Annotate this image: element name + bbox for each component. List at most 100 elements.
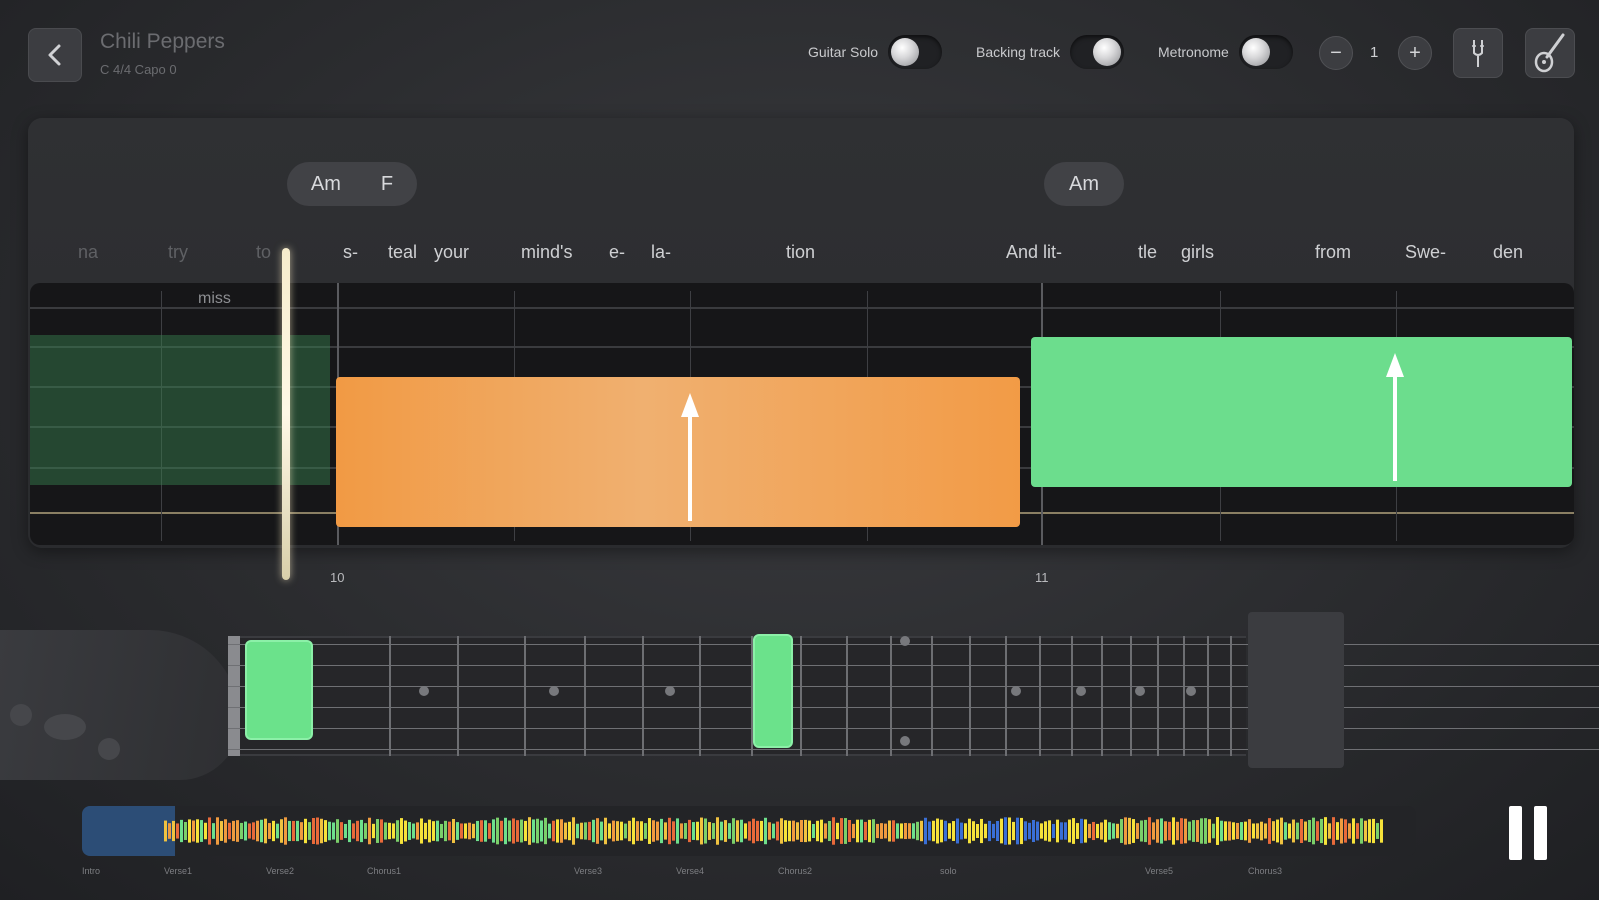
timeline-bar (816, 820, 819, 842)
timeline-bar (780, 818, 783, 844)
timeline-bar (848, 820, 851, 842)
timeline-bar (1380, 819, 1383, 843)
section-label[interactable]: Intro (82, 866, 100, 876)
lyric-word: e- (609, 242, 626, 262)
timeline-bar (168, 823, 171, 839)
timeline-bar (608, 823, 611, 839)
timeline-bar (504, 817, 507, 845)
fret (584, 636, 586, 756)
pause-icon (1534, 806, 1547, 860)
backing-track-toggle[interactable] (1070, 35, 1125, 69)
lyric-word: Swe- (1405, 242, 1447, 262)
section-label[interactable]: Verse3 (574, 866, 602, 876)
tuning-button[interactable] (1453, 28, 1503, 78)
timeline-bar (232, 820, 235, 842)
timeline-bar (304, 818, 307, 844)
pause-button[interactable] (1503, 806, 1553, 860)
timeline-bar (224, 819, 227, 843)
timeline-bar (1056, 819, 1059, 843)
timeline-bar (752, 818, 755, 844)
timeline-bar (428, 819, 431, 843)
timeline-bar (1024, 821, 1027, 841)
timeline-bar (892, 820, 895, 842)
timeline-bar (1212, 823, 1215, 839)
timeline-bar (1324, 817, 1327, 845)
playhead[interactable] (282, 248, 290, 580)
timeline-bar (184, 822, 187, 840)
timeline-bar (272, 820, 275, 842)
lyric-word: your (434, 242, 470, 262)
timeline-bar (1228, 821, 1231, 841)
song-timeline[interactable] (82, 806, 1416, 856)
timeline-bar (584, 822, 587, 840)
timeline-waveform (164, 817, 1383, 845)
fret-inlay (900, 736, 910, 746)
timeline-bar (468, 822, 471, 840)
timeline-bar (704, 818, 707, 844)
top-bar: Chili Peppers C 4/4 Capo 0 Guitar Solo B… (0, 0, 1599, 110)
timeline-bar (252, 822, 255, 840)
timeline-bar (1156, 819, 1159, 843)
timeline-bar (736, 820, 739, 842)
fret (524, 636, 526, 756)
timeline-bar (1116, 823, 1119, 839)
timeline-bar (1252, 823, 1255, 839)
timeline-bar (936, 818, 939, 844)
timeline-bar (684, 823, 687, 839)
timeline-bar (672, 821, 675, 841)
tuning-fork-icon (1472, 40, 1484, 67)
timeline-bar (308, 822, 311, 840)
speed-increase-button[interactable]: + (1398, 36, 1432, 70)
fret (800, 636, 802, 756)
timeline-bar (1176, 821, 1179, 841)
timeline-bar (220, 821, 223, 841)
section-label[interactable]: Verse5 (1145, 866, 1173, 876)
timeline-bar (864, 821, 867, 841)
timeline-bar (300, 822, 303, 840)
timeline-bar (404, 820, 407, 842)
section-label[interactable]: solo (940, 866, 957, 876)
speed-decrease-button[interactable]: − (1319, 36, 1353, 70)
back-button[interactable] (28, 28, 82, 82)
instrument-button[interactable] (1525, 28, 1575, 78)
timeline-bar (656, 821, 659, 841)
timeline-bar (376, 819, 379, 843)
timeline-bar (964, 823, 967, 839)
timeline-bar (1240, 822, 1243, 840)
section-label[interactable]: Chorus3 (1248, 866, 1282, 876)
timeline-bar (1248, 819, 1251, 843)
fret (1005, 636, 1007, 756)
fret-inlay (419, 686, 429, 696)
timeline-bar (352, 823, 355, 839)
timeline-bar (1120, 819, 1123, 843)
fret (1207, 636, 1209, 756)
timeline-bar (1224, 821, 1227, 841)
timeline-bar (728, 823, 731, 839)
lyric-word: lit- (1043, 242, 1062, 262)
timeline-bar (1032, 819, 1035, 843)
guitar-solo-toggle[interactable] (888, 35, 943, 69)
fret (1039, 636, 1041, 756)
guitar-solo-toggle-group: Guitar Solo (808, 35, 943, 69)
timeline-bar (288, 820, 291, 842)
timeline-bar (720, 821, 723, 841)
section-label[interactable]: Chorus2 (778, 866, 812, 876)
timeline-bar (1152, 822, 1155, 840)
timeline-bar (648, 818, 651, 844)
timeline-bar (1164, 821, 1167, 841)
timeline-bar (924, 817, 927, 845)
chord-label: Am (1069, 172, 1099, 195)
timeline-bar (624, 823, 627, 839)
section-label[interactable]: Chorus1 (367, 866, 401, 876)
metronome-toggle[interactable] (1238, 35, 1293, 69)
timeline-bar (496, 817, 499, 845)
section-label[interactable]: Verse1 (164, 866, 192, 876)
timeline-bar (1072, 818, 1075, 844)
timeline-bar (952, 821, 955, 841)
timeline-bar (1048, 820, 1051, 842)
section-label[interactable]: Verse2 (266, 866, 294, 876)
timeline-bar (1260, 821, 1263, 841)
fret (1071, 636, 1073, 756)
timeline-bar (548, 823, 551, 839)
section-label[interactable]: Verse4 (676, 866, 704, 876)
